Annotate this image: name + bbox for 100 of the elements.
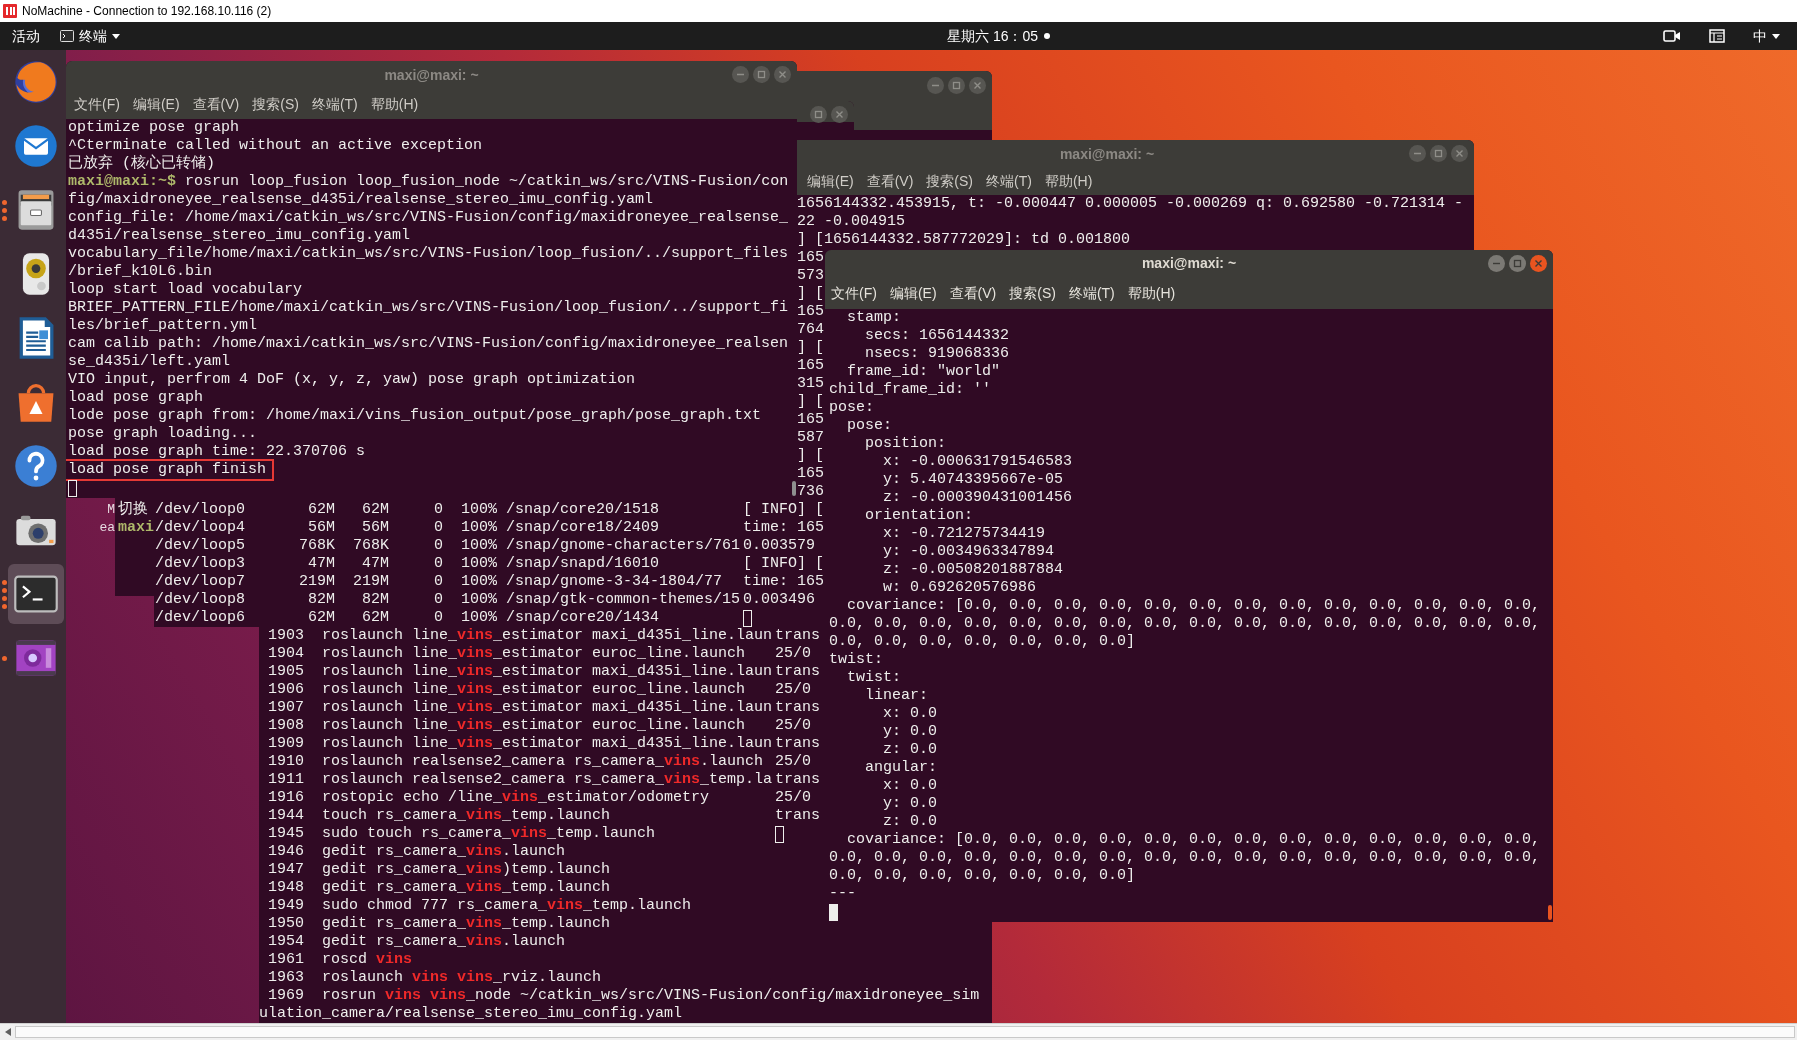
terminal-line: time: 165: [743, 519, 824, 537]
terminal-line: 1950 gedit rs_camera_vins_temp.launch: [267, 915, 611, 933]
clock-button[interactable]: 星期六 16：05: [947, 25, 1039, 47]
app-logo-icon: [3, 4, 17, 18]
close-button[interactable]: [831, 106, 848, 123]
terminal-line: d435i/realsense_stereo_imu_config.yaml: [68, 227, 411, 245]
activities-button[interactable]: 活动: [12, 25, 40, 47]
menu-item[interactable]: 编辑(E): [132, 93, 180, 115]
video-camera-icon[interactable]: [1663, 30, 1681, 42]
terminal-line: 1916 rostopic echo /line_vins_estimator/odometry: [267, 789, 710, 807]
terminal-line: 587: [797, 429, 824, 447]
caret-icon: [1772, 33, 1780, 39]
horizontal-scrollbar[interactable]: [0, 1023, 1797, 1040]
terminal-line: 1907 roslaunch line_vins_estimator maxi_d435i_line.laun: [267, 699, 773, 717]
menu-item[interactable]: 查看(V): [192, 93, 240, 115]
close-button[interactable]: [1451, 145, 1468, 162]
terminal-line: stamp:: [846, 309, 901, 327]
terminal-line: ] [: [797, 393, 824, 411]
terminal-line: x: -0.721275734419: [882, 525, 1046, 543]
scroll-left-arrow-icon[interactable]: [5, 1028, 11, 1036]
minimize-button[interactable]: [1409, 145, 1426, 162]
square-icon: [757, 70, 766, 79]
terminal-line: les/brief_pattern.yml: [68, 317, 258, 335]
maximize-button[interactable]: [1509, 255, 1526, 272]
menu-item[interactable]: 搜索(S): [926, 171, 973, 192]
terminal-line: 25/0: [775, 645, 811, 663]
terminal-line: 764: [797, 321, 824, 339]
terminal-line: vocabulary_file/home/maxi/catkin_ws/src/VINS-Fusion/loop_fusion/../support_files: [68, 245, 789, 263]
menu-item[interactable]: 编辑(E): [807, 171, 854, 192]
input-method-button[interactable]: 中: [1753, 25, 1780, 47]
scrollbar-thumb[interactable]: [15, 1026, 1795, 1038]
terminal-line: 1969 rosrun vins vins_node ~/catkin_ws/src/VINS-Fusion/config/maxidroneyee_sim: [267, 987, 980, 1005]
close-button[interactable]: [1530, 255, 1547, 272]
terminal-line: ] [: [797, 339, 824, 357]
terminal-line: z: -0.000390431001456: [882, 489, 1073, 507]
menu-item[interactable]: 帮助(H): [1044, 171, 1093, 192]
menu-item[interactable]: 终端(T): [986, 171, 1032, 192]
terminal-line: w: 0.692620576986: [882, 579, 1037, 597]
terminal-line: y: 0.0: [882, 723, 938, 741]
terminal-line: 1948 gedit rs_camera_vins_temp.launch: [267, 879, 611, 897]
menu-item[interactable]: 文件(F): [74, 93, 120, 115]
menu-item[interactable]: 搜索(S): [252, 93, 299, 115]
terminal-line: 0.0, 0.0, 0.0, 0.0, 0.0, 0.0, 0.0]: [829, 867, 1136, 885]
terminal-line: 1905 roslaunch line_vins_estimator maxi_d435i_line.laun: [267, 663, 773, 681]
menu-item[interactable]: 终端(T): [1068, 282, 1115, 304]
terminal-line: 165: [797, 357, 824, 375]
app-menu-button[interactable]: 终端: [60, 25, 120, 47]
terminal-line: ] [: [797, 285, 824, 303]
close-button[interactable]: [774, 66, 791, 83]
menu-item[interactable]: 查看(V): [866, 171, 914, 192]
menu-item[interactable]: 编辑(E): [889, 282, 937, 304]
caret-icon: [112, 33, 120, 39]
terminal-line: loop start load vocabulary: [68, 281, 303, 299]
window-title: NoMachine - Connection to 192.168.10.116 (2): [22, 3, 272, 20]
dock-item[interactable]: [8, 564, 64, 624]
maximize-button[interactable]: [1430, 145, 1447, 162]
scrollbar-thumb[interactable]: [1548, 905, 1552, 920]
terminal-line: 25/0: [775, 681, 811, 699]
terminal-line: /dev/loop3 47M 47M 0 100% /snap/snapd/16010: [155, 555, 660, 573]
terminal-line: 165: [797, 249, 824, 267]
menu-item[interactable]: 文件(F): [831, 282, 877, 304]
terminal-line: 315: [797, 375, 824, 393]
terminal-line: angular:: [864, 759, 938, 777]
terminal-line: x: 0.0: [882, 777, 938, 795]
menu-item[interactable]: 搜索(S): [1009, 282, 1056, 304]
text-fragment: M: [107, 501, 115, 519]
maximize-button[interactable]: [810, 106, 827, 123]
maximize-button[interactable]: [753, 66, 770, 83]
terminal-line: 0.0, 0.0, 0.0, 0.0, 0.0, 0.0, 0.0, 0.0, 0.0, 0.0, 0.0, 0.0, 0.0, 0.0, 0.0, 0.0,: [829, 615, 1541, 633]
window-icon[interactable]: [1709, 29, 1725, 43]
scrollbar-thumb[interactable]: [792, 481, 796, 496]
terminal-line: /dev/loop0 62M 62M 0 100% /snap/core20/1518: [155, 501, 660, 519]
terminal-line: /dev/loop7 219M 219M 0 100% /snap/gnome-3-34-1804/77: [155, 573, 723, 591]
minimize-button[interactable]: [1488, 255, 1505, 272]
menu-item[interactable]: 终端(T): [311, 93, 358, 115]
menu-item[interactable]: 帮助(H): [1127, 282, 1176, 304]
terminal-line: pose graph loading...: [68, 425, 258, 443]
terminal-line: 1911 roslaunch realsense2_camera rs_camera_vins_temp.la: [267, 771, 773, 789]
terminal-line: se_d435i/left.yaml: [68, 353, 231, 371]
terminal-line: maxi@maxi:~$ rosrun loop_fusion loop_fusion_node ~/catkin_ws/src/VINS-Fusion/con: [68, 173, 789, 191]
minimize-button[interactable]: [927, 77, 944, 94]
close-button[interactable]: [969, 77, 986, 94]
close-icon: [1455, 149, 1464, 158]
terminal-line: 25/0: [775, 789, 811, 807]
terminal-line: position:: [864, 435, 947, 453]
terminal-line: linear:: [864, 687, 929, 705]
terminal-line: 切换: [118, 501, 148, 519]
terminal-line: ulation_camera/realsense_stereo_imu_config.yaml: [259, 1005, 683, 1023]
terminal-line: 1947 gedit rs_camera_vins)temp.launch: [267, 861, 611, 879]
terminal-line: 1963 roslaunch vins vins_rviz.launch: [267, 969, 602, 987]
terminal-line: 0.0, 0.0, 0.0, 0.0, 0.0, 0.0, 0.0]: [829, 633, 1136, 651]
terminal-line: covariance: [0.0, 0.0, 0.0, 0.0, 0.0, 0.0, 0.0, 0.0, 0.0, 0.0, 0.0, 0.0, 0.0,: [846, 831, 1541, 849]
minimize-button[interactable]: [732, 66, 749, 83]
menu-item[interactable]: 查看(V): [949, 282, 997, 304]
terminal-line: pose:: [829, 399, 874, 417]
terminal-line: nsecs: 919068336: [864, 345, 1010, 363]
menu-item[interactable]: 帮助(H): [370, 93, 419, 115]
maximize-button[interactable]: [948, 77, 965, 94]
window-title: maxi@maxi: ~: [1059, 144, 1155, 164]
terminal-line: /dev/loop5 768K 768K 0 100% /snap/gnome-characters/761: [155, 537, 740, 555]
